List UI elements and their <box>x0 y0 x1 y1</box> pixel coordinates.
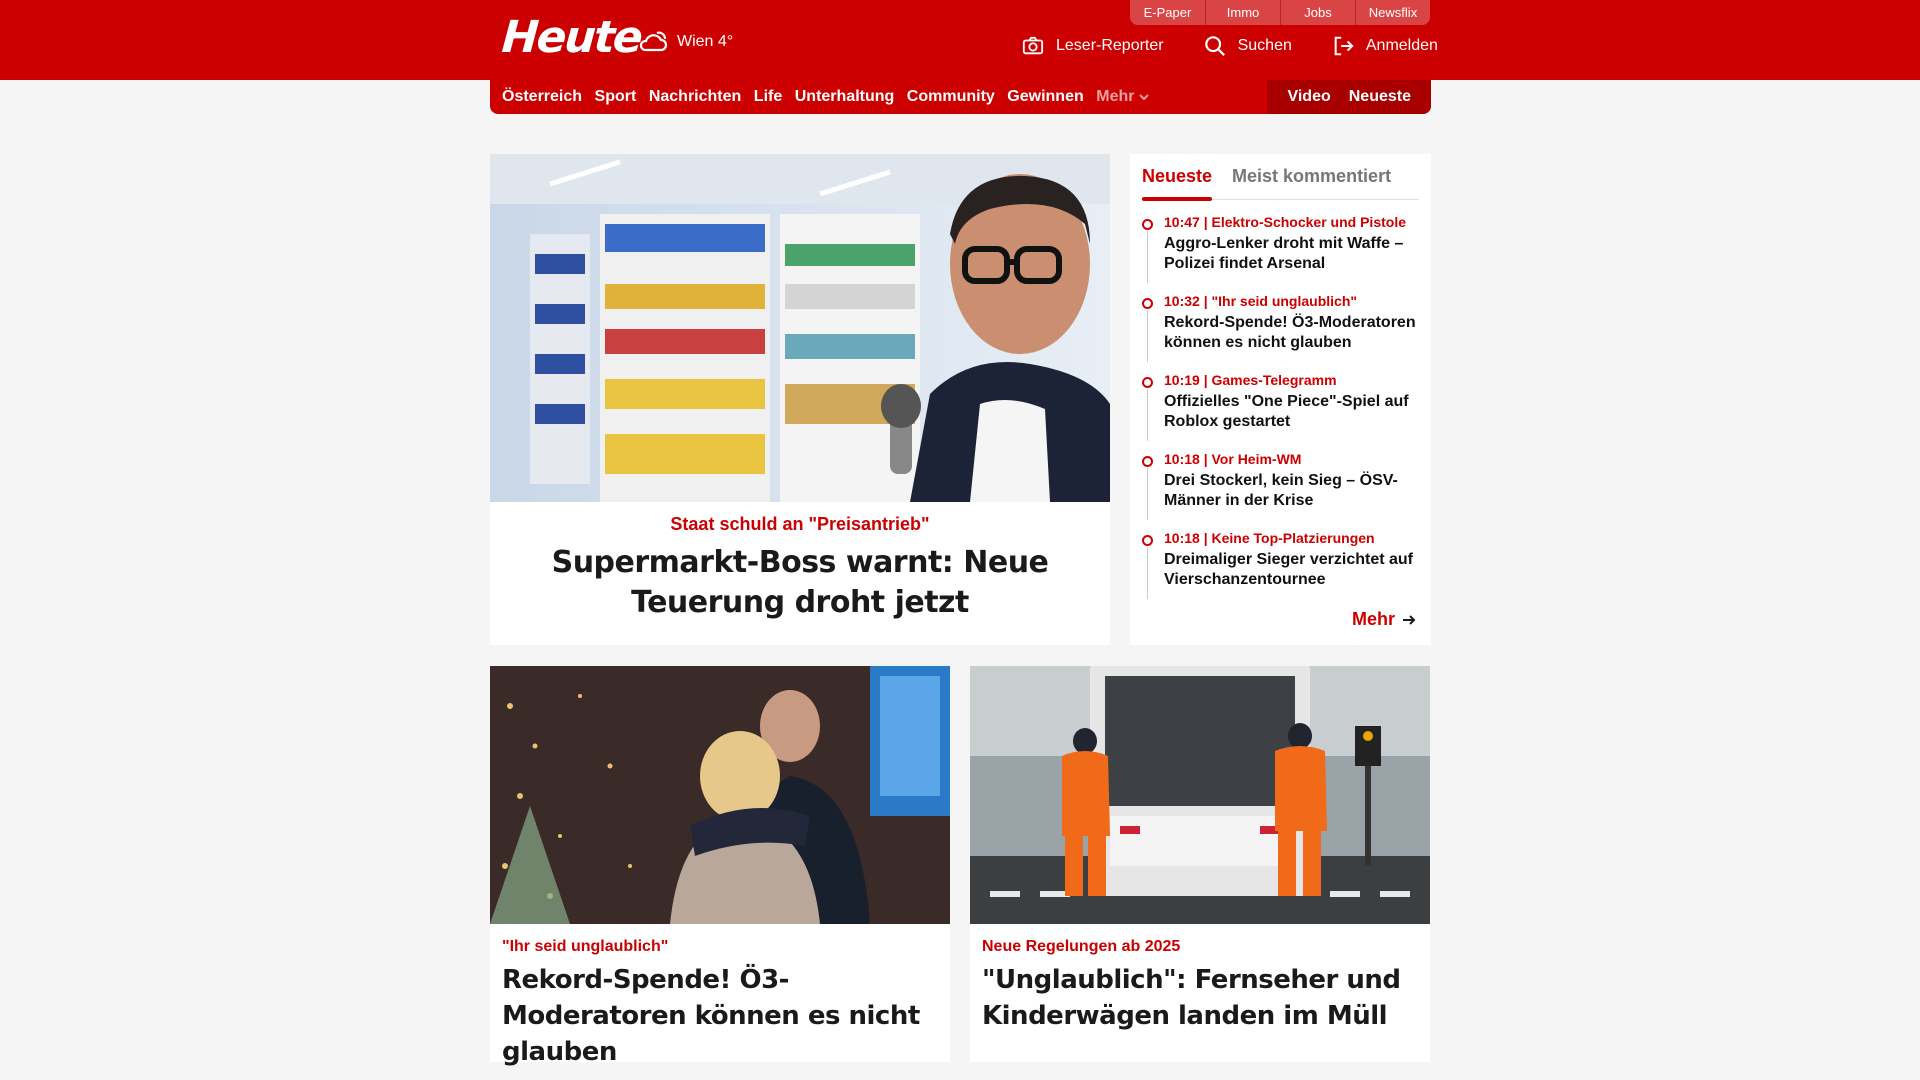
arrow-right-icon <box>1403 614 1416 625</box>
utility-epaper[interactable]: E-Paper <box>1130 0 1205 25</box>
nav-item-nachrichten[interactable]: Nachrichten <box>649 88 741 106</box>
card-title[interactable]: Rekord-Spende! Ö3-Moderatoren können es … <box>490 956 950 1070</box>
news-title[interactable]: Dreimaliger Sieger verzichtet auf Viersc… <box>1164 550 1419 590</box>
login-icon <box>1334 36 1354 56</box>
chevron-down-icon <box>1139 94 1150 101</box>
header-actions: Leser-Reporter Suchen Anmelden <box>1022 35 1438 57</box>
leser-reporter-button[interactable]: Leser-Reporter <box>1022 35 1164 57</box>
nav-items: Österreich Sport Nachrichten Life Unterh… <box>490 80 1150 114</box>
nav-item-unterhaltung[interactable]: Unterhaltung <box>795 88 895 106</box>
hero-article[interactable]: Staat schuld an "Preisantrieb" Supermark… <box>490 154 1110 645</box>
hero-kicker: Staat schuld an "Preisantrieb" <box>670 514 930 534</box>
card-image <box>490 666 950 924</box>
hero-image <box>490 154 1110 502</box>
news-meta: 10:19 | Games-Telegramm <box>1164 372 1337 388</box>
hero-title[interactable]: Supermarkt-Boss warnt: Neue Teuerung dro… <box>490 535 1110 623</box>
utility-jobs[interactable]: Jobs <box>1280 0 1355 25</box>
site-header <box>0 0 1920 80</box>
nav-item-life[interactable]: Life <box>754 88 782 106</box>
sidebar-tabs: Neueste Meist kommentiert <box>1142 154 1419 201</box>
site-logo[interactable]: Heute <box>500 12 642 63</box>
card-kicker: "Ihr seid unglaublich" <box>502 938 669 955</box>
more-label: Mehr <box>1351 609 1395 629</box>
weather-label: Wien 4° <box>677 33 734 50</box>
weather-widget[interactable]: Wien 4° <box>637 28 733 56</box>
list-item[interactable]: 10:47 | Elektro-Schocker und Pistole Agg… <box>1142 214 1419 283</box>
nav-item-sport[interactable]: Sport <box>595 88 637 106</box>
utility-links: E-Paper Immo Jobs Newsflix <box>1130 0 1430 25</box>
news-meta: 10:18 | Keine Top-Platzierungen <box>1164 530 1375 546</box>
login-label: Anmelden <box>1365 37 1438 54</box>
card-title[interactable]: "Unglaublich": Fernseher und Kinderwägen… <box>970 956 1430 1034</box>
utility-immo[interactable]: Immo <box>1205 0 1280 25</box>
nav-right: Video Neueste <box>1267 80 1431 114</box>
list-item[interactable]: 10:32 | "Ihr seid unglaublich" Rekord-Sp… <box>1142 293 1419 362</box>
login-button[interactable]: Anmelden <box>1332 35 1438 57</box>
search-icon <box>1204 36 1225 56</box>
search-button[interactable]: Suchen <box>1204 35 1292 57</box>
tab-neueste[interactable]: Neueste <box>1142 166 1213 201</box>
nav-item-oesterreich[interactable]: Österreich <box>502 88 582 106</box>
news-meta: 10:18 | Vor Heim-WM <box>1164 451 1302 467</box>
nav-item-community[interactable]: Community <box>907 88 995 106</box>
nav-video[interactable]: Video <box>1287 88 1330 106</box>
nav-more-label: Mehr <box>1096 88 1135 105</box>
nav-more-dropdown[interactable]: Mehr <box>1096 88 1150 106</box>
list-item[interactable]: 10:18 | Vor Heim-WM Drei Stockerl, kein … <box>1142 451 1419 520</box>
article-card-muell[interactable]: Neue Regelungen ab 2025 "Unglaublich": F… <box>970 666 1430 1062</box>
news-list: 10:47 | Elektro-Schocker und Pistole Agg… <box>1142 214 1419 599</box>
nav-neueste[interactable]: Neueste <box>1349 88 1411 106</box>
news-title[interactable]: Offizielles "One Piece"-Spiel auf Roblox… <box>1164 392 1419 432</box>
search-label: Suchen <box>1237 37 1292 54</box>
cloud-sun-icon <box>639 31 668 52</box>
news-meta: 10:32 | "Ihr seid unglaublich" <box>1164 293 1358 309</box>
nav-item-gewinnen[interactable]: Gewinnen <box>1007 88 1083 106</box>
news-meta: 10:47 | Elektro-Schocker und Pistole <box>1164 214 1406 230</box>
news-title[interactable]: Rekord-Spende! Ö3-Moderatoren können es … <box>1164 313 1419 353</box>
list-item[interactable]: 10:19 | Games-Telegramm Offizielles "One… <box>1142 372 1419 441</box>
tab-meist-kommentiert[interactable]: Meist kommentiert <box>1232 166 1391 199</box>
leser-reporter-label: Leser-Reporter <box>1056 37 1164 54</box>
latest-news-sidebar: Neueste Meist kommentiert 10:47 | Elektr… <box>1130 154 1431 645</box>
card-kicker: Neue Regelungen ab 2025 <box>982 938 1181 955</box>
list-item[interactable]: 10:18 | Keine Top-Platzierungen Dreimali… <box>1142 530 1419 599</box>
news-title[interactable]: Aggro-Lenker droht mit Waffe – Polizei f… <box>1164 234 1419 274</box>
card-image <box>970 666 1430 924</box>
more-link[interactable]: Mehr <box>1352 609 1417 630</box>
utility-newsflix[interactable]: Newsflix <box>1355 0 1430 25</box>
news-title[interactable]: Drei Stockerl, kein Sieg – ÖSV-Männer in… <box>1164 471 1419 511</box>
camera-icon <box>1022 36 1044 55</box>
main-nav: Österreich Sport Nachrichten Life Unterh… <box>490 80 1431 114</box>
article-card-spende[interactable]: "Ihr seid unglaublich" Rekord-Spende! Ö3… <box>490 666 950 1067</box>
